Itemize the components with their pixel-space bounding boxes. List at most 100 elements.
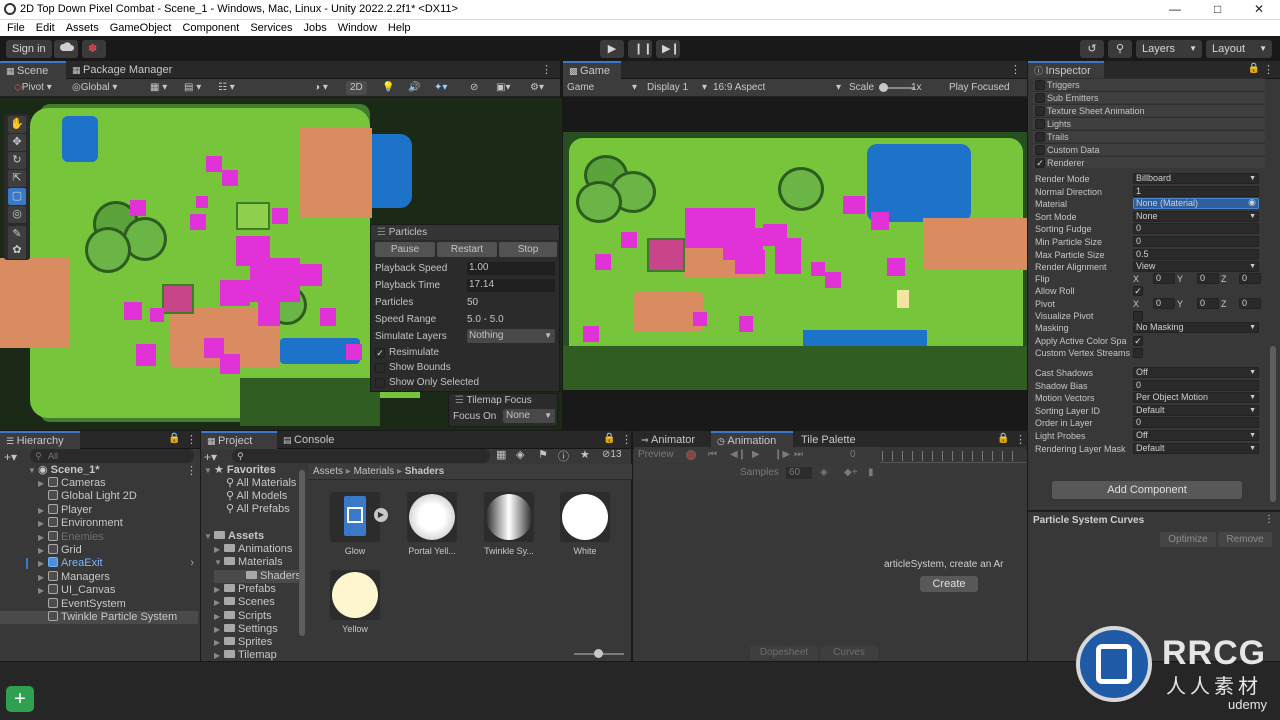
hierarchy-item[interactable]: ▶ Environment bbox=[0, 517, 198, 530]
favorites-item[interactable]: ▼ ★ Favorites bbox=[204, 464, 276, 477]
aspect-dropdown[interactable]: 16:9 Aspect ▾ bbox=[713, 81, 841, 95]
scene-root-item[interactable]: ▼ ◉ Scene_1* bbox=[28, 464, 100, 477]
add-event-icon[interactable]: ◆+ bbox=[844, 465, 858, 481]
expand-arrow-icon[interactable]: ▶ bbox=[214, 649, 224, 662]
module-0[interactable]: Triggers bbox=[1033, 78, 1265, 90]
property-dropdown[interactable]: None ▼ bbox=[1133, 210, 1259, 222]
module-4[interactable]: Trails bbox=[1033, 130, 1265, 142]
close-icon[interactable]: ✕ bbox=[1254, 2, 1264, 16]
pause-particles-button[interactable]: Pause bbox=[375, 242, 435, 257]
curves-menu-icon[interactable]: ⋮ bbox=[1264, 514, 1274, 525]
snap-increment-icon[interactable]: ▤ ▾ bbox=[184, 81, 201, 95]
play-focused-dropdown[interactable]: Play Focused bbox=[949, 81, 1010, 95]
inspector-lock-icon[interactable]: 🔒 bbox=[1248, 63, 1260, 74]
playback-time-field[interactable]: 17.14 bbox=[467, 279, 555, 292]
playback-speed-field[interactable]: 1.00 bbox=[467, 262, 555, 275]
tab-inspector[interactable]: ⓘ Inspector bbox=[1028, 61, 1104, 79]
hierarchy-item[interactable]: ▶ Grid bbox=[0, 544, 198, 557]
custom-tool-icon[interactable]: ✎ bbox=[8, 226, 26, 243]
menu-component[interactable]: Component bbox=[182, 20, 239, 36]
minimize-icon[interactable]: — bbox=[1169, 2, 1181, 16]
expand-arrow-icon[interactable]: ▶ bbox=[214, 596, 224, 609]
property-field[interactable]: 1 bbox=[1133, 185, 1259, 197]
tab-package-manager[interactable]: ▦ Package Manager bbox=[66, 61, 186, 79]
cloud-icon[interactable] bbox=[54, 40, 78, 58]
property-dropdown[interactable]: Off ▼ bbox=[1133, 367, 1259, 378]
module-checkbox[interactable]: ✓ bbox=[1035, 158, 1045, 168]
thumbnail-size-slider[interactable] bbox=[574, 649, 624, 658]
focus-on-dropdown[interactable]: None ▼ bbox=[503, 409, 555, 423]
animation-menu-icon[interactable]: ⋮ bbox=[1015, 433, 1026, 446]
remove-button[interactable]: Remove bbox=[1218, 532, 1272, 547]
module-2[interactable]: Texture Sheet Animation bbox=[1033, 104, 1265, 116]
camera-icon[interactable]: ▣▾ bbox=[496, 81, 510, 95]
module-checkbox[interactable] bbox=[1035, 119, 1045, 129]
project-folder-item[interactable]: Shaders bbox=[214, 569, 301, 583]
project-folder-item[interactable]: ▶ Scripts bbox=[202, 610, 298, 623]
breadcrumb-assets[interactable]: Assets bbox=[313, 466, 343, 477]
pivot-y-field[interactable]: 0 bbox=[1197, 298, 1219, 309]
project-folder-item[interactable]: ▶ Prefabs bbox=[202, 583, 298, 596]
thumbnail-slider-thumb[interactable] bbox=[594, 649, 603, 658]
expand-asset-icon[interactable]: ▶ bbox=[374, 508, 388, 522]
hierarchy-item[interactable]: Global Light 2D bbox=[0, 490, 198, 503]
module-checkbox[interactable] bbox=[1035, 132, 1045, 142]
expand-arrow-icon[interactable]: ▶ bbox=[38, 477, 48, 490]
module-6[interactable]: ✓ Renderer bbox=[1033, 156, 1265, 168]
layers-dropdown[interactable]: Layers ▼ bbox=[1136, 40, 1202, 58]
collab-icon[interactable]: ✽ bbox=[82, 40, 106, 58]
custom-vertex-checkbox[interactable] bbox=[1133, 348, 1143, 358]
favorite-star-icon[interactable]: ★ bbox=[580, 448, 590, 461]
visualize-pivot-checkbox[interactable] bbox=[1133, 311, 1143, 321]
allow-roll-checkbox[interactable]: ✓ bbox=[1133, 286, 1143, 296]
record-icon[interactable] bbox=[686, 450, 696, 460]
material-object-field[interactable]: None (Material) ◉ bbox=[1133, 198, 1259, 210]
hierarchy-add-button[interactable]: +▾ bbox=[4, 450, 17, 464]
tab-project[interactable]: ▦ Project bbox=[201, 431, 277, 449]
hierarchy-item[interactable]: EventSystem bbox=[0, 597, 198, 611]
project-add-button[interactable]: +▾ bbox=[204, 450, 217, 464]
game-view-dropdown[interactable]: Game ▾ bbox=[567, 81, 637, 95]
scale-tool-icon[interactable]: ⇱ bbox=[8, 170, 26, 187]
menu-gameobject[interactable]: GameObject bbox=[110, 20, 172, 36]
grid-snap-icon[interactable]: ▦ ▾ bbox=[150, 81, 167, 95]
curves-tab[interactable]: Curves bbox=[820, 646, 878, 660]
hierarchy-search-input[interactable]: ⚲ All bbox=[30, 449, 194, 463]
expand-arrow-icon[interactable]: ▶ bbox=[214, 610, 224, 623]
module-checkbox[interactable] bbox=[1035, 93, 1045, 103]
menu-help[interactable]: Help bbox=[388, 20, 411, 36]
hierarchy-item[interactable]: ▶ AreaExit › bbox=[0, 557, 198, 570]
expand-arrow-icon[interactable]: ▶ bbox=[38, 504, 48, 517]
search-by-label-icon[interactable]: ◈ bbox=[516, 448, 524, 461]
add-component-button[interactable]: Add Component bbox=[1052, 481, 1242, 499]
show-bounds-checkbox[interactable] bbox=[375, 363, 385, 373]
property-dropdown[interactable]: View ▼ bbox=[1133, 261, 1259, 273]
expand-arrow-icon[interactable]: ▶ bbox=[38, 517, 48, 530]
expand-arrow-icon[interactable]: ▶ bbox=[38, 544, 48, 557]
align-icon[interactable]: ☷ ▾ bbox=[218, 81, 235, 95]
create-animation-button[interactable]: Create bbox=[920, 576, 978, 592]
gizmos-icon[interactable]: ⚙▾ bbox=[530, 81, 544, 95]
expand-arrow-icon[interactable]: ▶ bbox=[214, 623, 224, 636]
fav-all-models[interactable]: ⚲ All Models bbox=[226, 490, 287, 503]
hierarchy-item[interactable]: ▶ Enemies bbox=[0, 530, 198, 544]
samples-field[interactable]: 60 bbox=[786, 467, 812, 479]
module-checkbox[interactable] bbox=[1035, 106, 1045, 116]
property-dropdown[interactable]: Per Object Motion ▼ bbox=[1133, 392, 1259, 404]
module-3[interactable]: Lights bbox=[1033, 117, 1265, 129]
property-dropdown[interactable]: Default ▼ bbox=[1133, 404, 1259, 416]
last-keyframe-icon[interactable]: ⏭ bbox=[794, 447, 803, 463]
apply-active-color-checkbox[interactable]: ✓ bbox=[1133, 336, 1143, 346]
tab-game[interactable]: ▩ Game bbox=[563, 61, 621, 79]
simulate-layers-dropdown[interactable]: Nothing ▼ bbox=[467, 329, 555, 343]
module-checkbox[interactable] bbox=[1035, 145, 1045, 155]
hierarchy-item[interactable]: ▶ Cameras bbox=[0, 477, 198, 490]
property-dropdown[interactable]: Billboard ▼ bbox=[1133, 173, 1259, 184]
preview-toggle[interactable]: Preview bbox=[638, 447, 674, 463]
fav-all-prefabs[interactable]: ⚲ All Prefabs bbox=[226, 503, 290, 516]
breadcrumb-materials[interactable]: Materials bbox=[354, 466, 395, 477]
menu-jobs[interactable]: Jobs bbox=[304, 20, 327, 36]
property-field[interactable]: 0 bbox=[1133, 417, 1259, 429]
scale-slider[interactable] bbox=[879, 83, 915, 92]
asset-glow[interactable]: Glow bbox=[319, 492, 391, 556]
